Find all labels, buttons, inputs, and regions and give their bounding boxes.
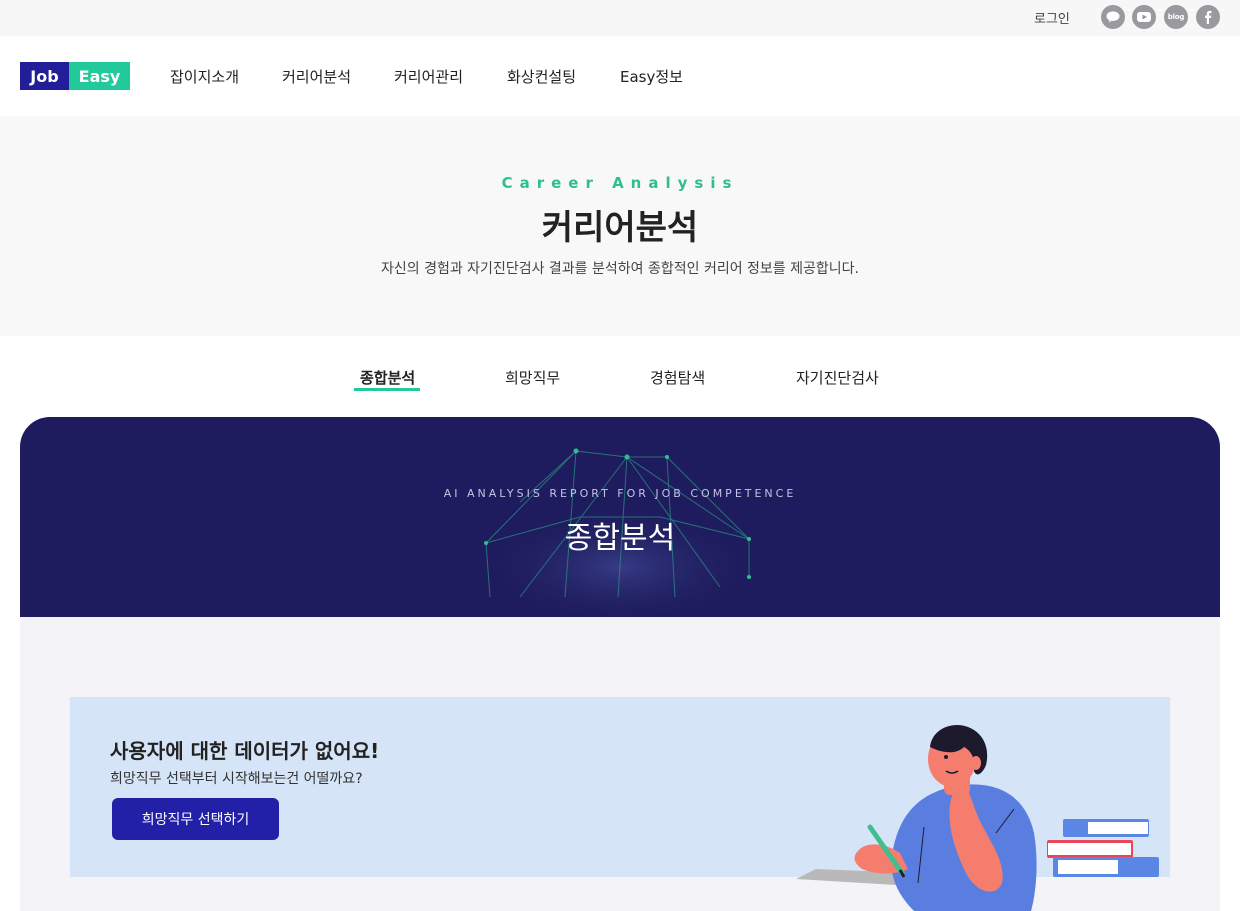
tab-desired-job[interactable]: 희망직무: [505, 367, 560, 388]
logo-job: Job: [20, 62, 69, 90]
hero-section: Career Analysis 커리어분석 자신의 경험과 자기진단검사 결과를…: [0, 116, 1240, 336]
active-tab-indicator: [354, 388, 420, 391]
empty-state-subtitle: 희망직무 선택부터 시작해보는건 어떨까요?: [110, 771, 363, 787]
report-header: AI ANALYSIS REPORT FOR JOB COMPETENCE 종합…: [20, 417, 1220, 617]
report-title: 종합분석: [564, 521, 676, 556]
hero-description: 자신의 경험과 자기진단검사 결과를 분석하여 종합적인 커리어 정보를 제공합…: [381, 261, 859, 277]
login-link[interactable]: 로그인: [1034, 8, 1070, 27]
site-logo[interactable]: Job Easy: [20, 62, 130, 90]
youtube-icon[interactable]: [1132, 5, 1156, 29]
empty-state-title: 사용자에 대한 데이터가 없어요!: [110, 739, 380, 763]
page-title: 커리어분석: [541, 208, 699, 248]
logo-easy: Easy: [69, 62, 130, 90]
tab-self-diagnosis[interactable]: 자기진단검사: [796, 367, 879, 388]
blog-icon-text: blog: [1167, 13, 1185, 21]
report-eyebrow: AI ANALYSIS REPORT FOR JOB COMPETENCE: [443, 487, 797, 500]
utility-bar: 로그인 blog: [0, 0, 1240, 36]
report-panel: AI ANALYSIS REPORT FOR JOB COMPETENCE 종합…: [20, 417, 1220, 911]
facebook-icon[interactable]: [1196, 5, 1220, 29]
hero-eyebrow: Career Analysis: [501, 174, 739, 192]
tab-overall-analysis[interactable]: 종합분석: [360, 367, 415, 388]
nav-item-career-management[interactable]: 커리어관리: [394, 66, 463, 87]
person-studying-illustration: [796, 725, 1159, 911]
blog-icon[interactable]: blog: [1164, 5, 1188, 29]
nav-item-easy-info[interactable]: Easy정보: [620, 66, 683, 87]
nav-item-video-consulting[interactable]: 화상컨설팅: [507, 66, 576, 87]
kakao-talk-icon[interactable]: [1101, 5, 1125, 29]
select-desired-job-button[interactable]: 희망직무 선택하기: [112, 798, 279, 840]
nav-item-intro[interactable]: 잡이지소개: [170, 66, 239, 87]
main-header: Job Easy 잡이지소개 커리어분석 커리어관리 화상컨설팅 Easy정보: [0, 36, 1240, 116]
nav-item-career-analysis[interactable]: 커리어분석: [282, 66, 351, 87]
tab-experience-exploration[interactable]: 경험탐색: [650, 367, 705, 388]
